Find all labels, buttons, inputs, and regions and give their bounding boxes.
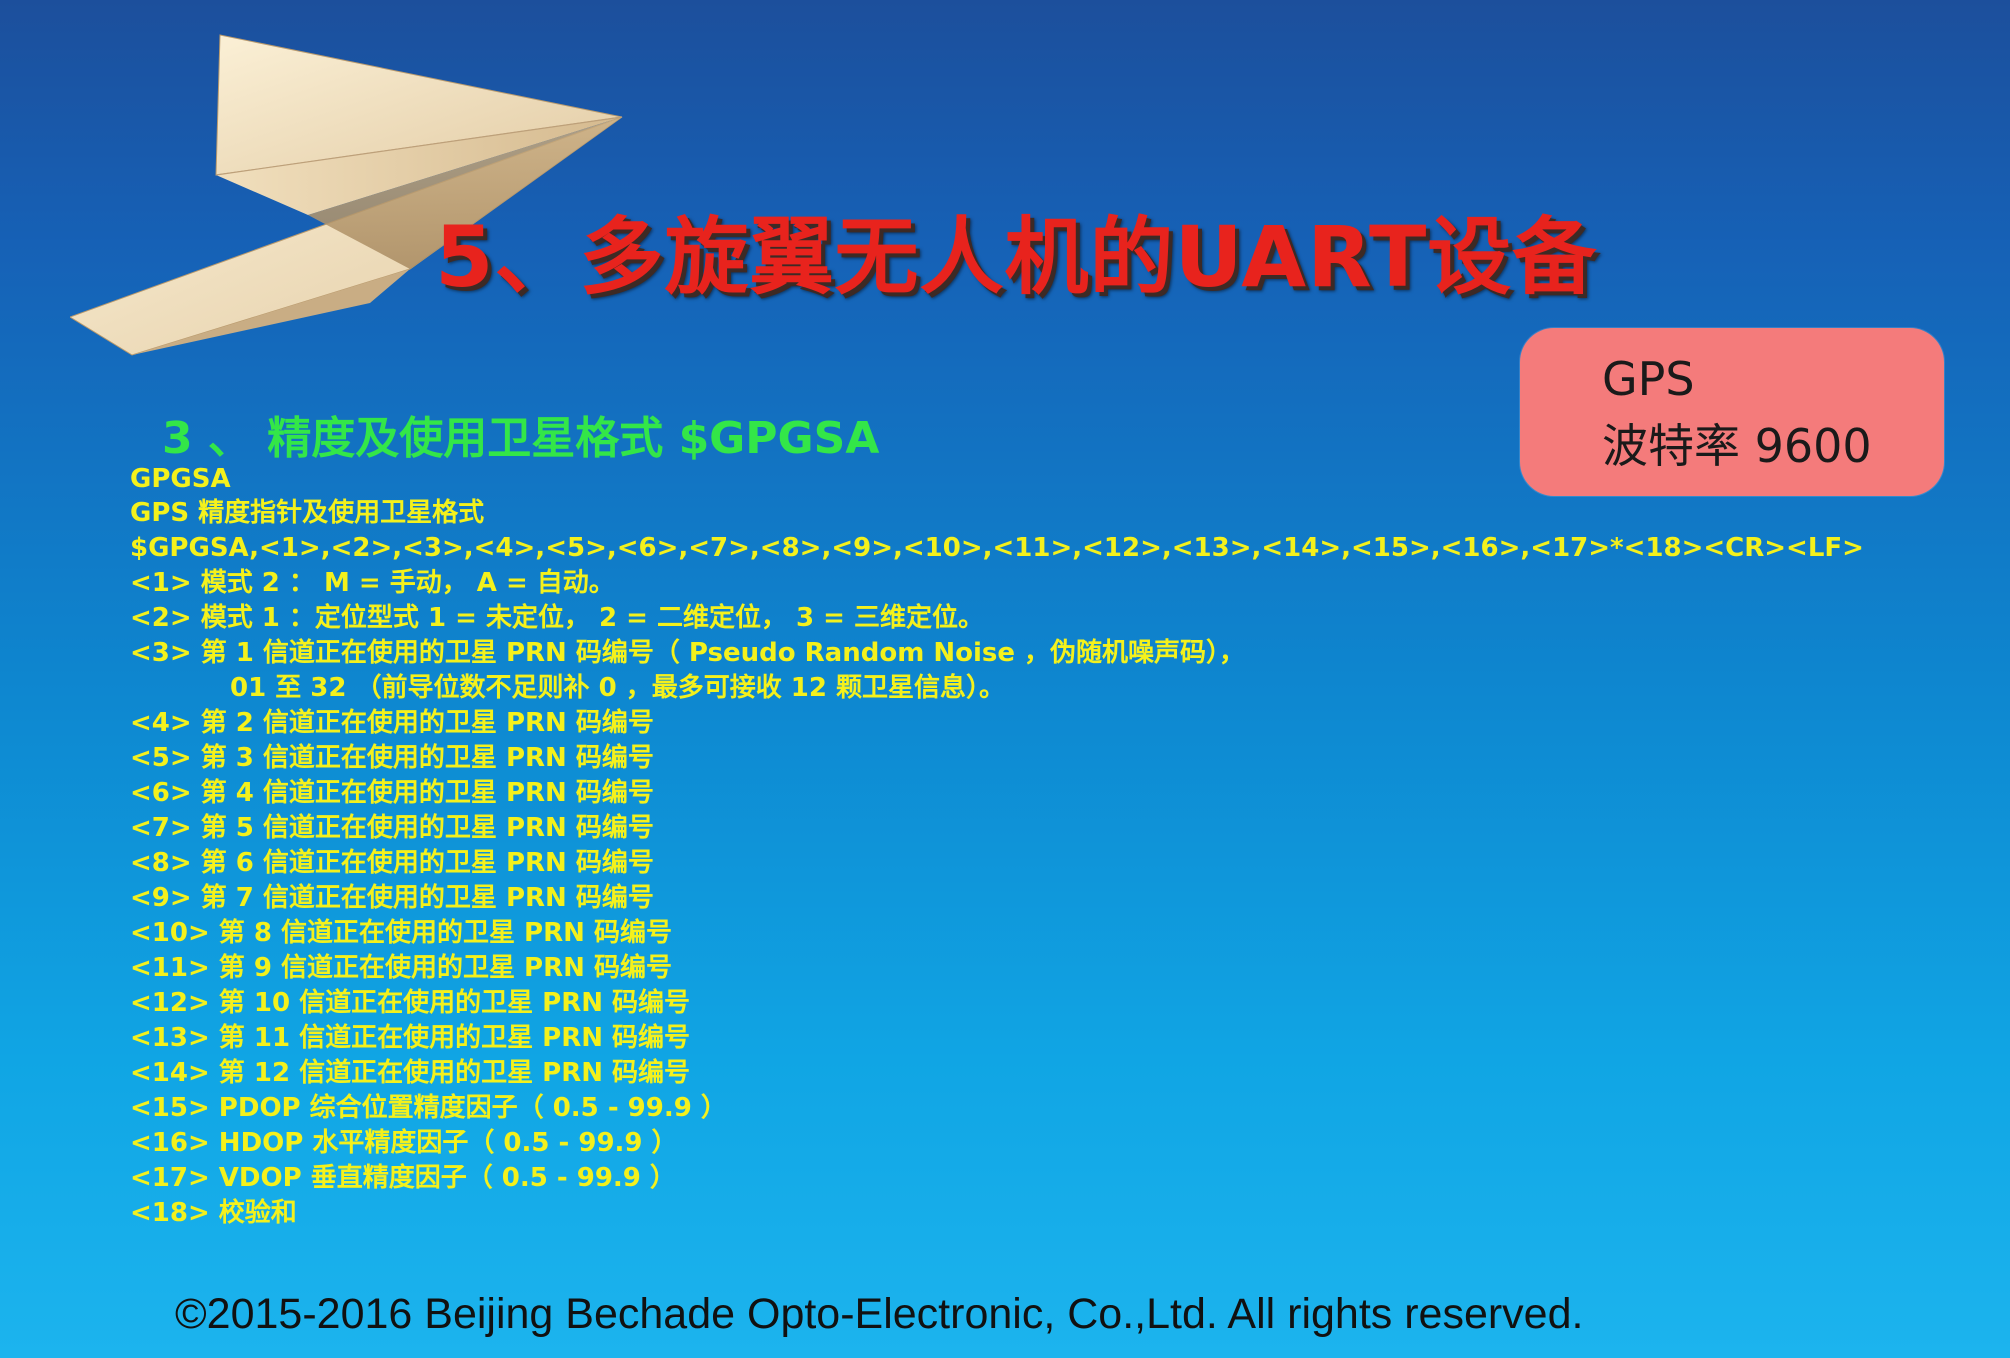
list-item: <10> 第 8 信道正在使用的卫星 PRN 码编号 [130,918,672,948]
list-item: <6> 第 4 信道正在使用的卫星 PRN 码编号 [130,778,654,808]
list-item: $GPGSA,<1>,<2>,<3>,<4>,<5>,<6>,<7>,<8>,<… [130,533,1864,563]
section-heading: 3 、 精度及使用卫星格式 $GPGSA [162,413,880,464]
copyright-footer: ©2015-2016 Beijing Bechade Opto-Electron… [175,1290,1584,1338]
list-item: <11> 第 9 信道正在使用的卫星 PRN 码编号 [130,953,672,983]
list-item: <7> 第 5 信道正在使用的卫星 PRN 码编号 [130,813,654,843]
list-item: <14> 第 12 信道正在使用的卫星 PRN 码编号 [130,1058,691,1088]
list-item: <18> 校验和 [130,1198,297,1228]
baud-rate-label: 波特率 9600 [1602,419,1872,473]
slide-title: 5、多旋翼无人机的UART设备 [435,208,1598,306]
list-item: <5> 第 3 信道正在使用的卫星 PRN 码编号 [130,743,654,773]
list-item: <16> HDOP 水平精度因子（ 0.5 - 99.9 ） [130,1128,678,1158]
list-item: <9> 第 7 信道正在使用的卫星 PRN 码编号 [130,883,654,913]
list-item: 01 至 32 （前导位数不足则补 0 ，最多可接收 12 颗卫星信息）。 [230,673,1005,703]
gps-baud-callout: GPS 波特率 9600 [1520,328,1944,496]
list-item: <4> 第 2 信道正在使用的卫星 PRN 码编号 [130,708,654,738]
list-item: GPS 精度指针及使用卫星格式 [130,498,485,528]
list-item: <12> 第 10 信道正在使用的卫星 PRN 码编号 [130,988,691,1018]
list-item: <8> 第 6 信道正在使用的卫星 PRN 码编号 [130,848,654,878]
list-item: <1> 模式 2 ： M = 手动， A = 自动。 [130,568,615,598]
list-item: GPGSA [130,464,231,494]
list-item: <15> PDOP 综合位置精度因子（ 0.5 - 99.9 ） [130,1093,727,1123]
list-item: <3> 第 1 信道正在使用的卫星 PRN 码编号（ Pseudo Random… [130,638,1246,668]
gps-label: GPS [1602,352,1695,406]
list-item: <2> 模式 1 ：定位型式 1 = 未定位， 2 = 二维定位， 3 = 三维… [130,603,985,633]
list-item: <17> VDOP 垂直精度因子（ 0.5 - 99.9 ） [130,1163,676,1193]
list-item: <13> 第 11 信道正在使用的卫星 PRN 码编号 [130,1023,691,1053]
